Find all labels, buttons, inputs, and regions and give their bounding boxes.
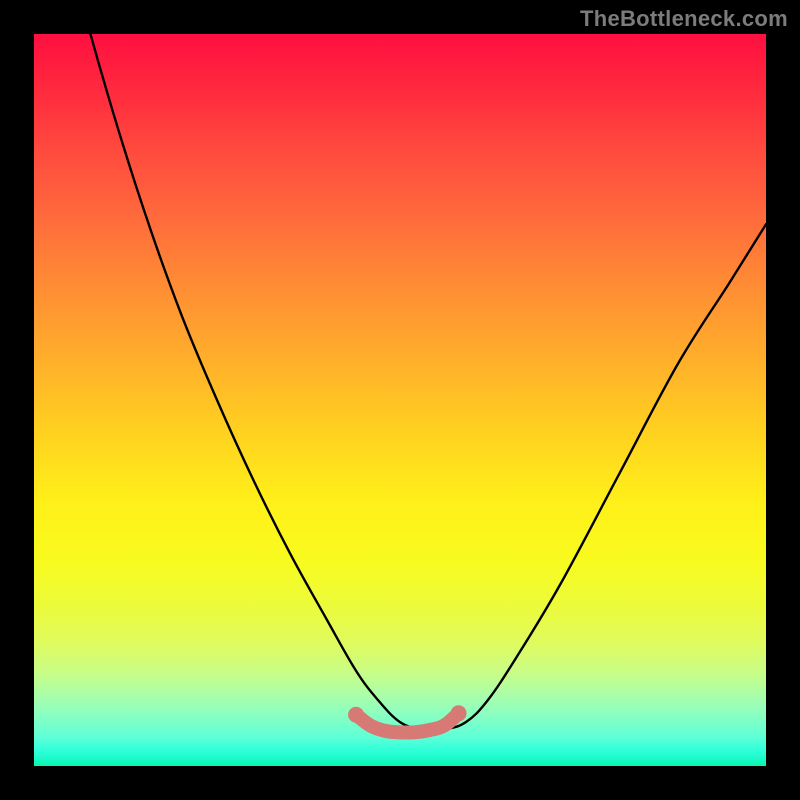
watermark-text: TheBottleneck.com xyxy=(580,6,788,32)
chart-svg xyxy=(34,34,766,766)
trough-band-path xyxy=(356,713,458,732)
plot-area xyxy=(34,34,766,766)
trough-end-dot xyxy=(348,707,364,723)
chart-frame: TheBottleneck.com xyxy=(0,0,800,800)
v-curve-path xyxy=(34,34,766,730)
trough-end-dot xyxy=(451,705,467,721)
